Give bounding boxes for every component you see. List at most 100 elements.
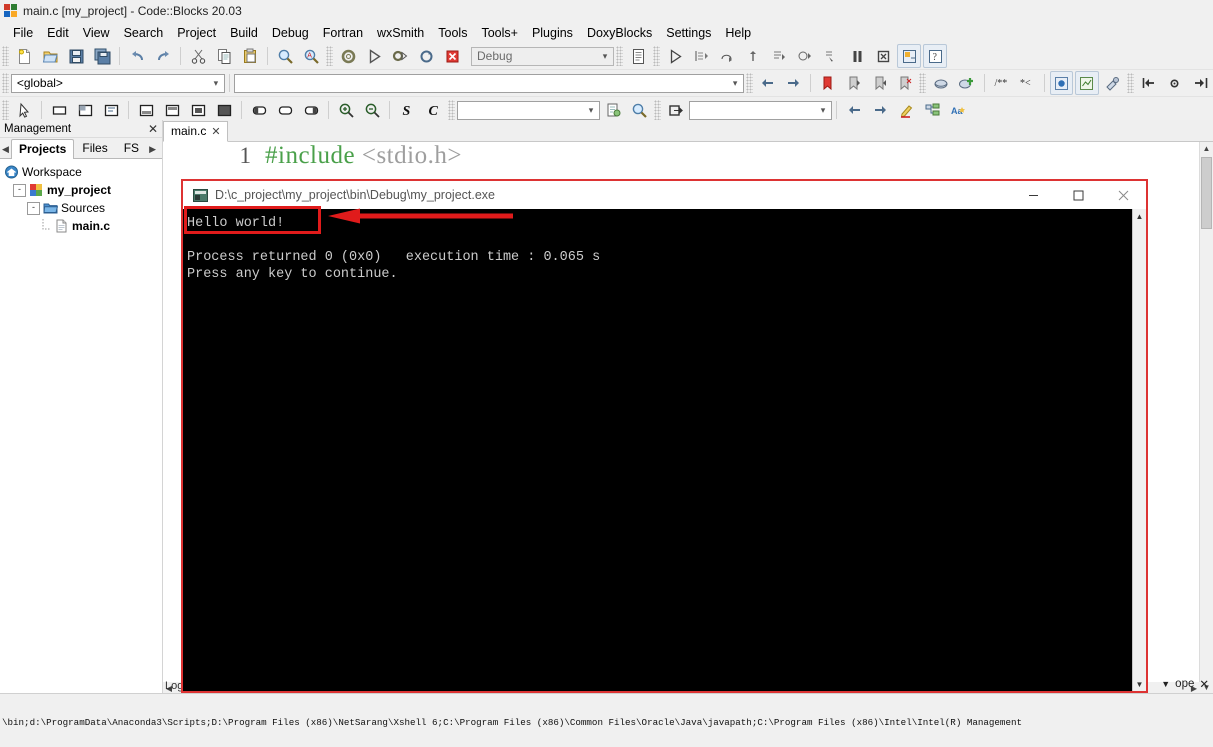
search-resource-icon[interactable] [627, 98, 651, 122]
menu-plugins[interactable]: Plugins [525, 24, 580, 42]
menu-tools-plus[interactable]: Tools+ [474, 24, 524, 42]
close-icon[interactable]: ✕ [1199, 677, 1209, 691]
abbreviations-icon[interactable]: Aa [946, 98, 970, 122]
menu-wxsmith[interactable]: wxSmith [370, 24, 431, 42]
tools-combo[interactable]: ▾ [689, 100, 832, 120]
class-browser-icon[interactable] [920, 98, 944, 122]
doxyblocks-run-icon[interactable] [929, 71, 953, 95]
goto-declaration-icon[interactable] [664, 98, 688, 122]
wxsmith-combo[interactable]: ▾ [457, 100, 600, 120]
build-log-panel[interactable]: \bin;d:\ProgramData\Anaconda3\Scripts;D:… [0, 693, 1213, 747]
replace-icon[interactable]: A [299, 44, 323, 68]
toolbar-grip[interactable] [326, 46, 333, 66]
symbol-combo[interactable]: ▾ [233, 73, 745, 93]
find-icon[interactable] [273, 44, 297, 68]
tab-fs[interactable]: FS [116, 138, 147, 158]
sizer-grid-icon[interactable] [73, 98, 97, 122]
stop-debugger-icon[interactable] [871, 44, 895, 68]
browse-forward-icon[interactable] [782, 71, 806, 95]
bottom-panel-tab[interactable]: ▼ ope ✕ [1161, 677, 1209, 691]
browse-back-icon[interactable] [756, 71, 780, 95]
doxyblocks-comment-icon[interactable]: /** [989, 71, 1013, 95]
various-info-icon[interactable]: ? [923, 44, 947, 68]
save-icon[interactable] [64, 44, 88, 68]
fortran-jump-forward-icon[interactable] [1188, 71, 1212, 95]
step-into-icon[interactable] [689, 44, 713, 68]
abort-icon[interactable] [440, 44, 464, 68]
rebuild-icon[interactable] [414, 44, 438, 68]
minimize-icon[interactable] [1011, 181, 1056, 209]
tab-files[interactable]: Files [74, 138, 115, 158]
console-scrollbar[interactable]: ▲ ▼ [1132, 209, 1146, 691]
doxyblocks-wizard-icon[interactable] [1075, 71, 1099, 95]
editor-tab-main-c[interactable]: main.c ✕ [163, 121, 228, 142]
undo-icon[interactable] [125, 44, 149, 68]
tab-projects[interactable]: Projects [11, 139, 75, 159]
menu-tools[interactable]: Tools [431, 24, 474, 42]
menu-fortran[interactable]: Fortran [316, 24, 370, 42]
tree-expander[interactable]: - [27, 201, 40, 215]
chevron-left-icon[interactable]: ◀ [0, 144, 11, 158]
scope-combo[interactable]: <global> ▾ [10, 73, 225, 93]
close-icon[interactable]: ✕ [148, 122, 158, 136]
doxyblocks-preview-icon[interactable] [1049, 71, 1074, 95]
debugging-windows-icon[interactable] [897, 44, 921, 68]
close-icon[interactable] [1101, 181, 1146, 209]
toggle-bookmark-icon[interactable] [816, 71, 840, 95]
build-target-combo[interactable]: Debug ▾ [471, 46, 614, 66]
next-bookmark-icon[interactable] [867, 71, 891, 95]
chevron-down-icon[interactable]: ▼ [1133, 677, 1146, 691]
debug-continue-icon[interactable] [663, 44, 687, 68]
panel-icon[interactable] [47, 98, 71, 122]
doxyblocks-settings-icon[interactable] [1101, 71, 1125, 95]
tree-item-workspace[interactable]: Workspace [4, 163, 162, 181]
expand-center-icon[interactable] [273, 98, 297, 122]
step-out-icon[interactable] [741, 44, 765, 68]
toolbar-grip[interactable] [2, 73, 9, 93]
menu-project[interactable]: Project [170, 24, 223, 42]
run-icon[interactable] [362, 44, 386, 68]
maximize-icon[interactable] [1056, 181, 1101, 209]
toolbar-grip[interactable] [746, 73, 754, 93]
chevron-up-icon[interactable]: ▲ [1200, 142, 1213, 155]
selection-c-icon[interactable]: C [421, 98, 445, 122]
console-window[interactable]: D:\c_project\my_project\bin\Debug\my_pro… [182, 180, 1147, 692]
cut-icon[interactable] [186, 44, 210, 68]
new-file-icon[interactable] [12, 44, 36, 68]
build-and-run-icon[interactable] [388, 44, 412, 68]
expand-left-icon[interactable] [247, 98, 271, 122]
log-panel-label[interactable]: Log [165, 680, 183, 692]
pointer-icon[interactable] [12, 98, 36, 122]
toolbar-grip[interactable] [654, 100, 661, 120]
zoom-out-icon[interactable] [360, 98, 384, 122]
next-instruction-icon[interactable] [767, 44, 791, 68]
layout-fill-icon[interactable] [212, 98, 236, 122]
resource-icon[interactable] [601, 98, 625, 122]
zoom-in-icon[interactable] [334, 98, 358, 122]
paste-icon[interactable] [238, 44, 262, 68]
toolbar-grip[interactable] [448, 100, 455, 120]
toolbar-grip[interactable] [616, 46, 623, 66]
run-to-cursor-icon[interactable] [819, 44, 843, 68]
step-into-instruction-icon[interactable] [793, 44, 817, 68]
toolbar-grip[interactable] [2, 100, 9, 120]
toolbar-grip[interactable] [2, 46, 9, 66]
selection-s-icon[interactable]: S [395, 98, 419, 122]
build-log-icon[interactable] [626, 44, 650, 68]
previous-bookmark-icon[interactable] [842, 71, 866, 95]
console-output[interactable]: Hello world! Process returned 0 (0x0) ex… [183, 209, 1133, 691]
menu-debug[interactable]: Debug [265, 24, 316, 42]
chevron-up-icon[interactable]: ▲ [1133, 209, 1146, 223]
layout-bottom-icon[interactable] [160, 98, 184, 122]
chevron-right-icon[interactable]: ▶ [147, 144, 158, 158]
menu-search[interactable]: Search [117, 24, 171, 42]
layout-top-icon[interactable] [134, 98, 158, 122]
menu-help[interactable]: Help [718, 24, 758, 42]
menu-view[interactable]: View [76, 24, 117, 42]
scrollbar-thumb[interactable] [1201, 157, 1212, 229]
layout-center-icon[interactable] [186, 98, 210, 122]
menu-build[interactable]: Build [223, 24, 265, 42]
fortran-jump-icon[interactable] [1163, 71, 1187, 95]
break-debugger-icon[interactable] [845, 44, 869, 68]
build-icon[interactable] [336, 44, 360, 68]
